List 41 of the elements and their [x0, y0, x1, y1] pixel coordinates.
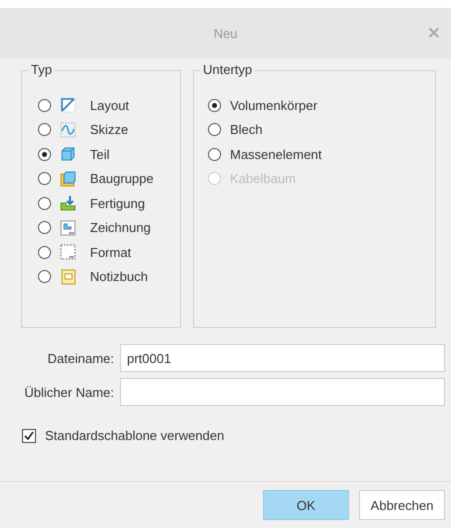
option-label: Zeichnung	[90, 220, 151, 236]
radio-button[interactable]	[38, 196, 51, 210]
option-label: Fertigung	[90, 196, 145, 211]
field-label: Üblicher Name:	[23, 384, 114, 400]
radio-button[interactable]	[208, 98, 221, 112]
notebook-icon	[60, 268, 76, 285]
input-field[interactable]	[120, 378, 445, 406]
radio-button[interactable]	[38, 246, 51, 259]
radio-button[interactable]	[38, 98, 51, 112]
option-label: Format	[90, 244, 132, 260]
radio-button[interactable]	[38, 123, 51, 136]
group-label: Typ	[28, 62, 55, 77]
layout-icon	[60, 97, 76, 114]
ok-button[interactable]: OK	[263, 490, 349, 520]
option-label: Skizze	[90, 122, 128, 138]
cancel-button[interactable]: Abbrechen	[359, 490, 445, 520]
cube-icon	[60, 146, 76, 162]
assembly-icon	[60, 170, 76, 187]
option-label: Baugruppe	[90, 171, 154, 186]
option-label: Volumenkörper	[230, 98, 318, 113]
radio-button[interactable]	[208, 148, 221, 161]
radio-button[interactable]	[38, 148, 51, 161]
group-label: Untertyp	[200, 62, 256, 77]
option-label: Teil	[90, 146, 110, 162]
window-title: Neu	[214, 26, 238, 40]
manufacturing-icon	[60, 195, 76, 212]
field-label: Dateiname:	[46, 350, 114, 366]
radio-button[interactable]	[38, 270, 51, 284]
option-label: Notizbuch	[90, 269, 148, 284]
radio-button[interactable]	[38, 221, 51, 234]
checkbox[interactable]	[22, 428, 36, 442]
dashed-sheet-icon	[60, 244, 76, 260]
option-label: Massenelement	[230, 146, 322, 162]
radio-button[interactable]	[208, 123, 221, 136]
radio-button[interactable]	[38, 172, 51, 186]
sketch-icon	[60, 122, 76, 138]
option-label: Layout	[90, 98, 130, 113]
checkbox-label: Standardschablone verwenden	[45, 428, 224, 443]
drawing-sheet-icon	[60, 220, 76, 236]
option-label: Blech	[230, 122, 263, 138]
input-field[interactable]: prt0001	[120, 344, 445, 372]
